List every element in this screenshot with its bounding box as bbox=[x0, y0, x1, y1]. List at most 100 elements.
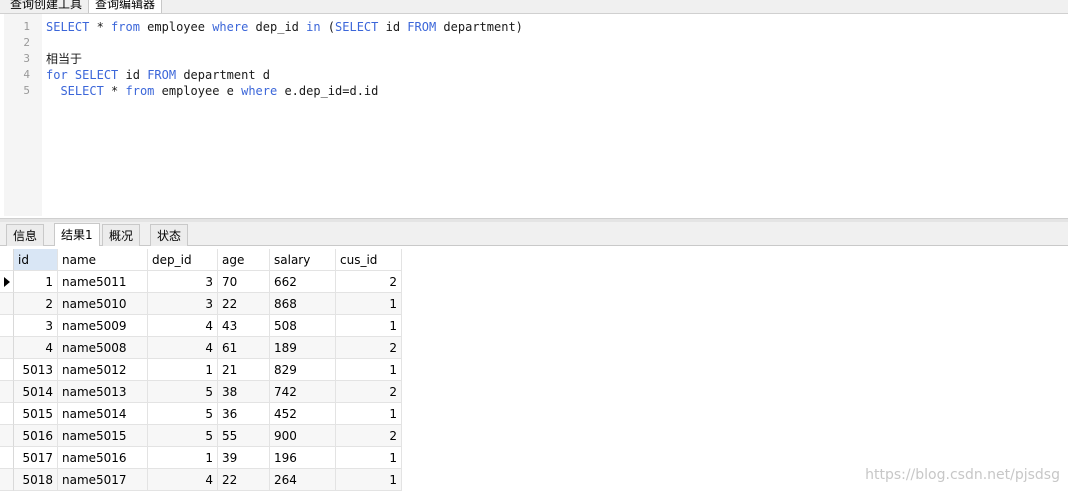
tab-status[interactable]: 状态 bbox=[150, 224, 189, 246]
cell-name[interactable]: name5013 bbox=[58, 381, 148, 403]
line-number: 2 bbox=[23, 36, 30, 49]
sql-keyword: for bbox=[46, 68, 68, 82]
column-header-cus-id[interactable]: cus_id bbox=[336, 249, 402, 271]
cell-id[interactable]: 5017 bbox=[14, 447, 58, 469]
cell-age[interactable]: 38 bbox=[218, 381, 270, 403]
cell-name[interactable]: name5009 bbox=[58, 315, 148, 337]
cell-age[interactable]: 22 bbox=[218, 469, 270, 491]
cell-age[interactable]: 55 bbox=[218, 425, 270, 447]
tab-query-builder[interactable]: 查询创建工具 bbox=[4, 0, 88, 13]
tab-info[interactable]: 信息 bbox=[6, 224, 45, 246]
code-text: 相当于 bbox=[46, 51, 82, 67]
tab-result-1[interactable]: 结果1 bbox=[54, 223, 100, 246]
cell-cus-id[interactable]: 2 bbox=[336, 337, 402, 359]
column-header-age[interactable]: age bbox=[218, 249, 270, 271]
cell-id[interactable]: 3 bbox=[14, 315, 58, 337]
cell-salary[interactable]: 189 bbox=[270, 337, 336, 359]
cell-name[interactable]: name5017 bbox=[58, 469, 148, 491]
cell-cus-id[interactable]: 1 bbox=[336, 403, 402, 425]
cell-name[interactable]: name5011 bbox=[58, 271, 148, 293]
result-tab-strip: 信息 结果1 概况 状态 bbox=[0, 222, 1068, 246]
column-header-name[interactable]: name bbox=[58, 249, 148, 271]
cell-id[interactable]: 5014 bbox=[14, 381, 58, 403]
cell-id[interactable]: 5015 bbox=[14, 403, 58, 425]
cell-id[interactable]: 5016 bbox=[14, 425, 58, 447]
cell-id[interactable]: 4 bbox=[14, 337, 58, 359]
cell-salary[interactable]: 508 bbox=[270, 315, 336, 337]
cell-salary[interactable]: 662 bbox=[270, 271, 336, 293]
cell-salary[interactable]: 452 bbox=[270, 403, 336, 425]
code-line[interactable]: 3 相当于 bbox=[0, 51, 1060, 67]
cell-id[interactable]: 5013 bbox=[14, 359, 58, 381]
row-selector[interactable] bbox=[0, 293, 14, 315]
cell-dep-id[interactable]: 5 bbox=[148, 381, 218, 403]
row-selector[interactable] bbox=[0, 381, 14, 403]
cell-name[interactable]: name5008 bbox=[58, 337, 148, 359]
row-selector[interactable] bbox=[0, 469, 14, 491]
cell-id[interactable]: 2 bbox=[14, 293, 58, 315]
cell-name[interactable]: name5014 bbox=[58, 403, 148, 425]
cell-dep-id[interactable]: 4 bbox=[148, 315, 218, 337]
cell-dep-id[interactable]: 4 bbox=[148, 469, 218, 491]
cell-dep-id[interactable]: 3 bbox=[148, 271, 218, 293]
column-header-dep-id[interactable]: dep_id bbox=[148, 249, 218, 271]
cell-cus-id[interactable]: 1 bbox=[336, 469, 402, 491]
sql-keyword: SELECT bbox=[335, 20, 379, 34]
cell-cus-id[interactable]: 2 bbox=[336, 271, 402, 293]
cell-cus-id[interactable]: 1 bbox=[336, 293, 402, 315]
cell-name[interactable]: name5016 bbox=[58, 447, 148, 469]
cell-age[interactable]: 70 bbox=[218, 271, 270, 293]
cell-salary[interactable]: 742 bbox=[270, 381, 336, 403]
row-selector[interactable] bbox=[0, 315, 14, 337]
column-header-salary[interactable]: salary bbox=[270, 249, 336, 271]
cell-dep-id[interactable]: 1 bbox=[148, 447, 218, 469]
row-selector[interactable] bbox=[0, 425, 14, 447]
cell-dep-id[interactable]: 5 bbox=[148, 403, 218, 425]
cell-age[interactable]: 43 bbox=[218, 315, 270, 337]
cell-salary[interactable]: 900 bbox=[270, 425, 336, 447]
cell-cus-id[interactable]: 2 bbox=[336, 425, 402, 447]
cell-name[interactable]: name5015 bbox=[58, 425, 148, 447]
row-selector-corner[interactable] bbox=[0, 249, 14, 271]
cell-dep-id[interactable]: 5 bbox=[148, 425, 218, 447]
row-selector[interactable] bbox=[0, 359, 14, 381]
cell-age[interactable]: 21 bbox=[218, 359, 270, 381]
code-line[interactable]: 1 SELECT * from employee where dep_id in … bbox=[0, 19, 1060, 35]
cell-dep-id[interactable]: 3 bbox=[148, 293, 218, 315]
cell-salary[interactable]: 196 bbox=[270, 447, 336, 469]
cell-dep-id[interactable]: 1 bbox=[148, 359, 218, 381]
cell-salary[interactable]: 829 bbox=[270, 359, 336, 381]
line-number: 5 bbox=[23, 84, 30, 97]
cell-name[interactable]: name5012 bbox=[58, 359, 148, 381]
column-header-id[interactable]: id bbox=[14, 249, 58, 271]
cell-dep-id[interactable]: 4 bbox=[148, 337, 218, 359]
code-token: employee bbox=[139, 20, 213, 34]
cell-name[interactable]: name5010 bbox=[58, 293, 148, 315]
cell-cus-id[interactable]: 1 bbox=[336, 447, 402, 469]
row-selector[interactable] bbox=[0, 403, 14, 425]
cell-id[interactable]: 1 bbox=[14, 271, 58, 293]
tab-overview[interactable]: 概况 bbox=[102, 224, 141, 246]
cell-cus-id[interactable]: 2 bbox=[336, 381, 402, 403]
cell-salary[interactable]: 868 bbox=[270, 293, 336, 315]
code-token: id bbox=[118, 68, 148, 82]
cell-age[interactable]: 36 bbox=[218, 403, 270, 425]
cell-age[interactable]: 22 bbox=[218, 293, 270, 315]
code-line[interactable]: 5 SELECT * from employee e where e.dep_i… bbox=[0, 83, 1060, 99]
tab-query-editor[interactable]: 查询编辑器 bbox=[88, 0, 163, 13]
sql-editor[interactable]: 1 SELECT * from employee where dep_id in … bbox=[0, 14, 1068, 216]
cell-id[interactable]: 5018 bbox=[14, 469, 58, 491]
cell-cus-id[interactable]: 1 bbox=[336, 315, 402, 337]
code-token: ( bbox=[320, 20, 336, 34]
row-selector[interactable] bbox=[0, 447, 14, 469]
cell-age[interactable]: 39 bbox=[218, 447, 270, 469]
code-line[interactable]: 4 for SELECT id FROM department d bbox=[0, 67, 1060, 83]
cell-cus-id[interactable]: 1 bbox=[336, 359, 402, 381]
cell-salary[interactable]: 264 bbox=[270, 469, 336, 491]
row-selector[interactable] bbox=[0, 271, 14, 293]
code-line[interactable]: 2 bbox=[0, 35, 1060, 51]
row-selector[interactable] bbox=[0, 337, 14, 359]
cell-age[interactable]: 61 bbox=[218, 337, 270, 359]
line-number: 3 bbox=[23, 52, 30, 65]
